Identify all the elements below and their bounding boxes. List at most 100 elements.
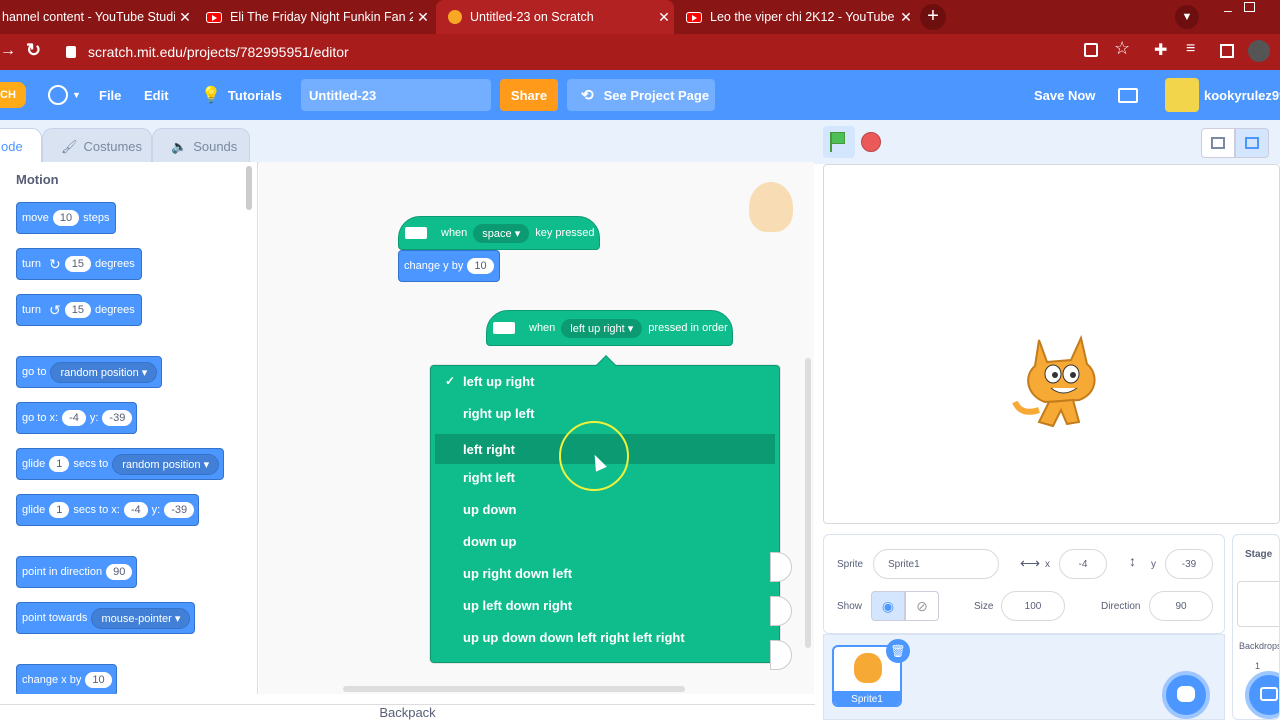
extensions-icon[interactable]: ✚	[1154, 40, 1167, 60]
x-input[interactable]: -4	[123, 502, 148, 518]
scratch-cat-sprite[interactable]	[1009, 330, 1113, 440]
glide-xy-block[interactable]: glide 1 secs to x: -4 y: -39	[16, 494, 200, 526]
dropdown-option[interactable]: up right down left	[435, 558, 775, 588]
secs-input[interactable]: 1	[49, 502, 70, 518]
sequence-dropdown[interactable]: left up right ▾	[561, 318, 643, 338]
code-horizontal-scrollbar[interactable]	[343, 686, 685, 692]
project-title-input[interactable]: Untitled-23	[301, 79, 491, 111]
y-position-input[interactable]: -39	[1165, 549, 1213, 579]
go-to-xy-block[interactable]: go to x: -4 y: -39	[16, 402, 138, 434]
move-steps-block[interactable]: move 10 steps	[16, 202, 117, 234]
degrees-input[interactable]: 15	[64, 302, 91, 318]
dropdown-option[interactable]: down up	[435, 526, 775, 556]
browser-tab-eli-fnf[interactable]: Eli The Friday Night Funkin Fan 2 ✕	[198, 0, 433, 34]
tab-sounds[interactable]: 🔈 Sounds	[152, 128, 250, 164]
restore-icon[interactable]	[1244, 2, 1255, 12]
turn-right-block[interactable]: turn ↻ 15 degrees	[16, 248, 142, 280]
close-icon[interactable]: ✕	[654, 9, 674, 26]
y-change-input[interactable]: 10	[467, 258, 494, 274]
goto-target-dropdown[interactable]: random position ▾	[50, 361, 158, 383]
size-input[interactable]: 100	[1001, 591, 1065, 621]
direction-input[interactable]: 90	[106, 564, 133, 580]
large-stage-button[interactable]	[1235, 128, 1269, 158]
forward-arrow-icon[interactable]: →	[0, 42, 16, 62]
hide-button[interactable]: ⊘	[905, 591, 939, 621]
go-to-block[interactable]: go to random position ▾	[16, 356, 163, 388]
key-dropdown[interactable]: space ▾	[473, 223, 530, 243]
sprite-name-input[interactable]: Sprite1	[873, 549, 999, 579]
degrees-input[interactable]: 15	[64, 256, 91, 272]
point-towards-block[interactable]: point towards mouse-pointer ▾	[16, 602, 196, 634]
large-stage-icon	[1245, 137, 1259, 149]
profile-avatar[interactable]	[1248, 40, 1270, 62]
change-y-block[interactable]: change y by 10	[398, 250, 500, 282]
scratch-logo[interactable]: CH	[0, 82, 26, 108]
change-x-block[interactable]: change x by 10	[16, 664, 117, 694]
browser-tab-bar: hannel content - YouTube Studio ✕ Eli Th…	[0, 0, 1280, 34]
close-icon[interactable]: ✕	[413, 9, 433, 26]
user-avatar[interactable]	[1165, 78, 1199, 112]
glide-target-dropdown[interactable]: random position ▾	[112, 453, 220, 475]
new-tab-button[interactable]: +	[920, 4, 946, 30]
browser-tab-scratch[interactable]: Untitled-23 on Scratch ✕	[436, 0, 674, 34]
dropdown-option[interactable]: up up down down left right left right	[435, 622, 775, 652]
when-pressed-in-order-hat-block[interactable]: when left up right ▾ pressed in order	[486, 310, 733, 346]
minimize-icon[interactable]: –	[1224, 2, 1232, 18]
glide-to-block[interactable]: glide 1 secs to random position ▾	[16, 448, 225, 480]
dropdown-option[interactable]: up down	[435, 494, 775, 524]
choose-sprite-button[interactable]	[1162, 671, 1210, 719]
backpack-bar[interactable]: Backpack	[0, 704, 815, 720]
option-label: right left	[463, 469, 515, 485]
x-change-input[interactable]: 10	[85, 672, 112, 688]
towards-target-dropdown[interactable]: mouse-pointer ▾	[91, 607, 191, 629]
close-icon[interactable]: ✕	[896, 9, 916, 26]
secs-input[interactable]: 1	[49, 456, 70, 472]
tutorials-menu[interactable]: 💡 Tutorials	[201, 70, 282, 120]
y-input[interactable]: -39	[102, 410, 133, 426]
browser-tab-youtube-studio[interactable]: hannel content - YouTube Studio ✕	[0, 0, 195, 34]
save-now-button[interactable]: Save Now	[1034, 70, 1095, 120]
turn-left-block[interactable]: turn ↺ 15 degrees	[16, 294, 142, 326]
stage-target-panel[interactable]: Stage Backdrops 1	[1232, 534, 1280, 720]
x-position-input[interactable]: -4	[1059, 549, 1107, 579]
green-flag-button[interactable]	[823, 126, 855, 158]
youtube-icon	[686, 11, 702, 23]
tab-search-icon[interactable]: ▼	[1175, 5, 1199, 29]
url-field[interactable]: scratch.mit.edu/projects/782995951/edito…	[88, 39, 1108, 65]
browser-tab-leo[interactable]: Leo the viper chi 2K12 - YouTube ✕	[678, 0, 916, 34]
point-in-direction-block[interactable]: point in direction 90	[16, 556, 138, 588]
code-vertical-scrollbar[interactable]	[805, 358, 811, 648]
media-control-icon[interactable]: ≡	[1186, 40, 1195, 58]
bookmark-star-icon[interactable]: ☆	[1114, 38, 1130, 59]
steps-input[interactable]: 10	[52, 210, 80, 226]
show-visible-button[interactable]: ◉	[871, 591, 905, 621]
close-icon[interactable]: ✕	[175, 9, 195, 26]
dropdown-option[interactable]: ✓ left up right	[435, 366, 775, 396]
my-stuff-folder-icon[interactable]	[1118, 70, 1138, 120]
palette-scrollbar[interactable]	[246, 166, 252, 210]
choose-backdrop-button[interactable]	[1245, 671, 1279, 719]
file-menu[interactable]: File	[99, 70, 121, 120]
side-panel-icon[interactable]	[1220, 44, 1234, 58]
share-page-icon[interactable]	[1084, 43, 1098, 57]
stage-canvas[interactable]	[823, 164, 1280, 524]
y-input[interactable]: -39	[164, 502, 195, 518]
share-button[interactable]: Share	[500, 79, 558, 111]
x-input[interactable]: -4	[62, 410, 86, 426]
stage-thumbnail[interactable]	[1237, 581, 1279, 627]
small-stage-button[interactable]	[1201, 128, 1235, 158]
direction-input[interactable]: 90	[1149, 591, 1213, 621]
when-key-pressed-hat-block[interactable]: when space ▾ key pressed	[398, 216, 600, 250]
category-title: Motion	[16, 172, 59, 187]
language-menu[interactable]: ▼	[48, 70, 81, 120]
dropdown-option[interactable]: up left down right	[435, 590, 775, 620]
reload-icon[interactable]: ↻	[26, 40, 41, 61]
stop-button[interactable]	[861, 132, 881, 152]
tab-code[interactable]: ode	[0, 128, 42, 164]
see-project-page-button[interactable]: ⟲ See Project Page	[567, 79, 715, 111]
edit-menu[interactable]: Edit	[144, 70, 169, 120]
trash-icon[interactable]: 🗑	[886, 639, 910, 663]
tab-costumes[interactable]: 🖌 Costumes	[42, 128, 152, 164]
username-label[interactable]: kookyrulez99	[1204, 70, 1280, 120]
rotate-right-icon: ↻	[48, 255, 61, 272]
